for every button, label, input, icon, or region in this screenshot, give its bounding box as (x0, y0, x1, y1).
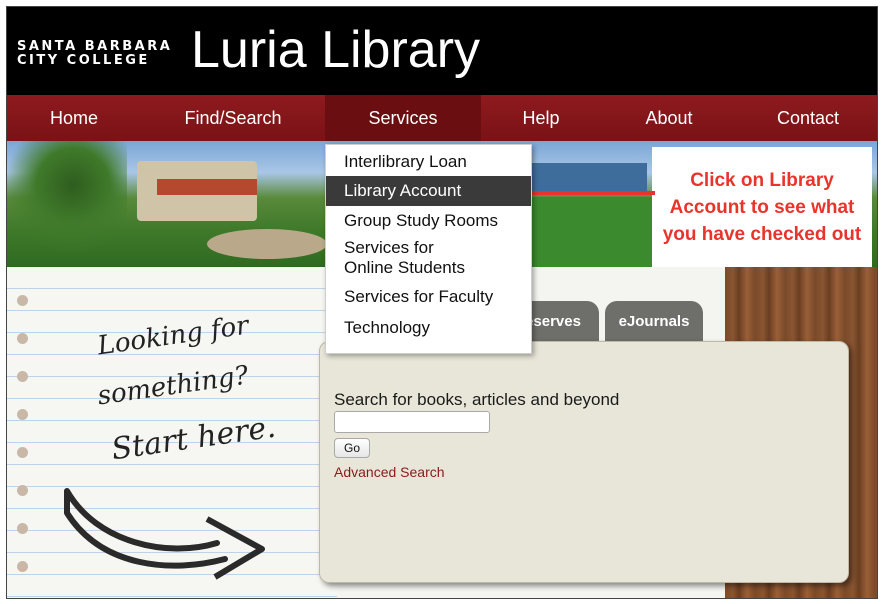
callout-text: Click on Library Account to see what you… (662, 169, 862, 245)
handwritten-note: Looking for something? Start here. (64, 310, 317, 593)
handwriting-line1: Looking for (95, 310, 251, 362)
menu-item-faculty[interactable]: Services for Faculty (326, 281, 531, 312)
paper-hole (17, 485, 28, 496)
main-nav: Home Find/Search Services Help About Con… (7, 95, 877, 141)
handwriting-line3: Start here. (109, 409, 278, 468)
nav-help[interactable]: Help (481, 95, 601, 141)
menu-item-interlibrary-loan[interactable]: Interlibrary Loan (326, 145, 531, 176)
nav-about[interactable]: About (601, 95, 737, 141)
nav-find-search[interactable]: Find/Search (141, 95, 325, 141)
fountain-plaza (207, 229, 327, 259)
go-button[interactable]: Go (334, 438, 370, 458)
nav-services[interactable]: Services (325, 95, 481, 141)
lawn (527, 197, 667, 267)
tab-ejournals[interactable]: eJournals (605, 301, 703, 341)
palm-tree (7, 141, 127, 267)
services-dropdown-menu: Interlibrary Loan Library Account Group … (325, 144, 532, 354)
paper-hole (17, 523, 28, 534)
menu-item-group-study-rooms[interactable]: Group Study Rooms (326, 206, 531, 236)
college-logo[interactable]: SANTA BARBARA CITY COLLEGE (17, 40, 172, 68)
paper-hole (17, 447, 28, 458)
menu-item-technology[interactable]: Technology (326, 312, 531, 343)
paper-hole (17, 371, 28, 382)
menu-item-library-account[interactable]: Library Account (326, 176, 531, 206)
nav-contact[interactable]: Contact (737, 95, 877, 141)
site-header: SANTA BARBARA CITY COLLEGE Luria Library (7, 7, 877, 95)
advanced-search-link[interactable]: Advanced Search (334, 464, 445, 480)
paper-hole (17, 333, 28, 344)
search-label: Search for books, articles and beyond (334, 390, 620, 409)
college-name-line2: CITY COLLEGE (17, 53, 150, 68)
annotation-callout: Click on Library Account to see what you… (652, 147, 872, 267)
nav-home[interactable]: Home (7, 95, 141, 141)
paper-hole (17, 561, 28, 572)
search-input[interactable] (334, 411, 490, 433)
paper-hole (17, 295, 28, 306)
handwriting-line2: something? (95, 360, 251, 412)
search-panel: Search for books, articles and beyond Go… (319, 341, 849, 583)
paper-hole (17, 409, 28, 420)
building-roof (157, 179, 257, 195)
library-title[interactable]: Luria Library (191, 15, 480, 85)
browser-page: SANTA BARBARA CITY COLLEGE Luria Library… (6, 6, 878, 599)
curved-arrow-icon (64, 488, 265, 580)
college-name-line1: SANTA BARBARA (17, 39, 173, 54)
menu-item-online-students[interactable]: Services for Online Students (326, 236, 496, 281)
